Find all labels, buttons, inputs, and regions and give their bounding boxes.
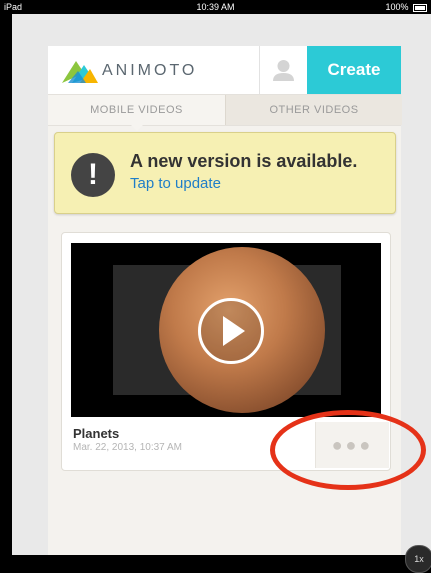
account-button[interactable]	[259, 46, 307, 94]
zoom-badge[interactable]: 1x	[405, 545, 431, 573]
video-tabs: MOBILE VIDEOS OTHER VIDEOS	[48, 94, 402, 126]
create-button[interactable]: Create	[307, 46, 401, 94]
video-title: Planets	[73, 426, 120, 441]
tap-to-update-link[interactable]: Tap to update	[130, 175, 221, 192]
tab-other-videos[interactable]: OTHER VIDEOS	[225, 95, 402, 125]
battery-indicator: 100%	[385, 0, 427, 14]
play-icon[interactable]	[198, 298, 264, 364]
red-circle-annotation	[270, 410, 426, 490]
update-title: A new version is available.	[130, 151, 358, 171]
exclamation-icon: !	[71, 153, 115, 197]
active-tab-indicator	[130, 124, 144, 131]
status-bar: iPad 10:39 AM 100%	[0, 0, 431, 14]
video-thumbnail[interactable]	[71, 243, 381, 417]
video-date: Mar. 22, 2013, 10:37 AM	[73, 442, 182, 453]
status-time: 10:39 AM	[196, 2, 235, 12]
update-banner[interactable]: ! A new version is available. Tap to upd…	[54, 132, 396, 214]
animoto-logo-icon	[62, 61, 98, 83]
battery-level: 100%	[385, 2, 409, 12]
tab-mobile-videos[interactable]: MOBILE VIDEOS	[48, 95, 225, 125]
app-header: ANIMOTO Create	[48, 46, 401, 94]
battery-icon	[413, 3, 427, 12]
brand-name: ANIMOTO	[102, 62, 198, 79]
user-icon	[273, 60, 294, 81]
